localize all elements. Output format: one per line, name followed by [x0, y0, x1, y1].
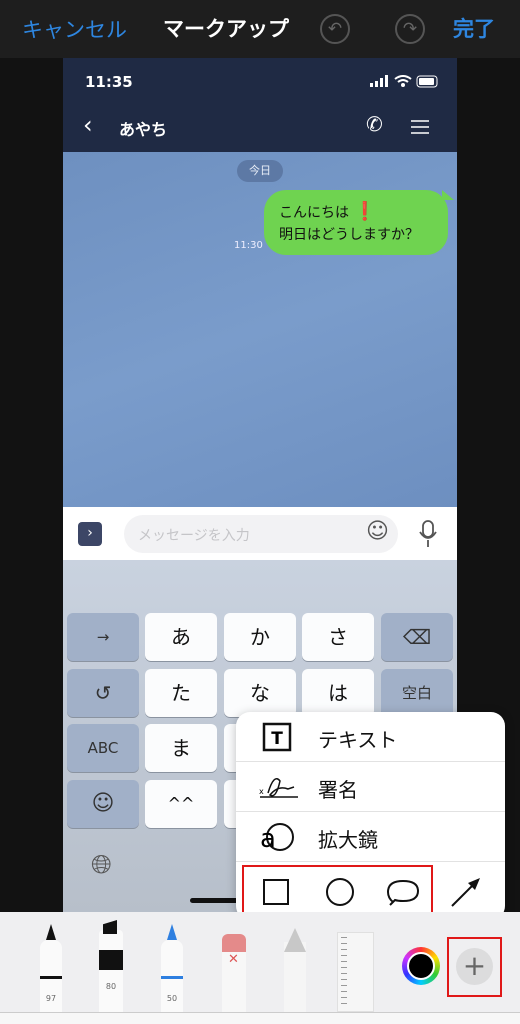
menu-item-signature[interactable]: x 署名 — [236, 762, 505, 812]
key[interactable]: ^^ — [145, 780, 217, 828]
add-menu-popup: T テキスト x 署名 a 拡大鏡 — [236, 712, 505, 920]
abc-key[interactable]: ABC — [67, 724, 139, 772]
shapes-highlight-box — [242, 865, 433, 919]
menu-item-text[interactable]: T テキスト — [236, 712, 505, 762]
pencil-tip — [167, 924, 177, 940]
key[interactable]: な — [224, 669, 296, 717]
done-button[interactable]: 完了 — [453, 13, 495, 43]
cancel-button[interactable]: キャンセル — [22, 14, 127, 44]
key[interactable]: → — [67, 613, 139, 661]
phone-icon[interactable]: ✆ — [366, 112, 383, 136]
eraser-tool[interactable]: ✕ — [222, 934, 246, 1012]
undo-key[interactable]: ↺ — [67, 669, 139, 717]
arrow-icon[interactable] — [450, 876, 482, 908]
pencil-width-label: 50 — [166, 994, 178, 1003]
add-button-highlight-box — [447, 937, 502, 997]
pen-tip — [46, 924, 56, 940]
menu-icon[interactable] — [411, 120, 429, 134]
svg-text:a: a — [260, 824, 276, 853]
redo-icon[interactable]: ↷ — [395, 14, 425, 44]
marker-band — [99, 950, 123, 970]
emoji-icon[interactable]: ☺ — [366, 519, 389, 544]
message-input-bar: › メッセージを入力 ☺ — [63, 507, 457, 560]
eraser-x-icon: ✕ — [228, 952, 239, 967]
message-line-1: こんにちは — [279, 205, 349, 221]
globe-icon[interactable]: 🌐︎ — [91, 850, 112, 881]
delete-key[interactable]: ⌫ — [381, 613, 453, 661]
space-key[interactable]: 空白 — [381, 669, 453, 717]
message-input[interactable]: メッセージを入力 ☺ — [124, 515, 398, 553]
message-input-placeholder: メッセージを入力 — [138, 528, 250, 544]
exclamation-icon: ❗ — [353, 201, 376, 222]
microphone-icon[interactable] — [419, 520, 437, 548]
ruler-tool[interactable] — [337, 932, 374, 1012]
chat-nav-bar: ‹ あやち ✆ — [63, 100, 457, 152]
contact-name: あやち — [119, 120, 168, 139]
bottom-strip — [0, 1012, 520, 1024]
magnifier-icon: a — [260, 823, 294, 853]
pencil-tool[interactable]: 50 — [161, 924, 183, 1012]
marker-opacity-label: 80 — [105, 982, 117, 991]
markup-toolbar: 97 80 50 ✕ + — [0, 912, 520, 1012]
pen-tool[interactable]: 97 — [40, 924, 62, 1012]
key[interactable]: か — [224, 613, 296, 661]
page-title: マークアップ — [163, 17, 289, 41]
message-line-2: 明日はどうしますか？ — [279, 227, 419, 243]
back-icon[interactable]: ‹ — [83, 111, 93, 139]
key[interactable]: さ — [302, 613, 374, 661]
text-box-icon: T — [262, 722, 292, 752]
color-picker[interactable] — [402, 947, 440, 985]
status-icons — [370, 75, 438, 88]
lasso-tip — [284, 928, 306, 952]
pen-width-label: 97 — [45, 994, 57, 1003]
selected-color-swatch — [407, 952, 435, 980]
expand-icon[interactable]: › — [78, 522, 102, 546]
svg-text:x: x — [259, 787, 264, 796]
lasso-tool[interactable] — [284, 928, 306, 1012]
markup-header: キャンセル マークアップ ↶ ↷ 完了 — [0, 0, 520, 58]
key[interactable]: あ — [145, 613, 217, 661]
eraser-tip — [222, 934, 246, 952]
status-bar: 11:35 — [63, 58, 457, 100]
ruler-ticks — [341, 937, 347, 1009]
svg-text:T: T — [271, 729, 283, 749]
marker-tip — [103, 920, 117, 934]
key[interactable]: ま — [145, 724, 217, 772]
chat-area: 今日 11:30 こんにちは ❗ 明日はどうしますか？ — [63, 152, 457, 507]
pen-width-bar — [40, 976, 62, 979]
message-time: 11:30 — [234, 240, 263, 251]
marker-tool[interactable]: 80 — [99, 920, 123, 1012]
date-badge: 今日 — [237, 160, 283, 182]
undo-icon[interactable]: ↶ — [320, 14, 350, 44]
status-time: 11:35 — [85, 73, 133, 91]
message-bubble: こんにちは ❗ 明日はどうしますか？ — [264, 190, 454, 255]
pencil-width-bar — [161, 976, 183, 979]
emoji-key[interactable]: ☺ — [67, 780, 139, 828]
menu-item-magnifier[interactable]: a 拡大鏡 — [236, 812, 505, 862]
signature-icon: x — [259, 778, 298, 798]
key[interactable]: は — [302, 669, 374, 717]
key[interactable]: た — [145, 669, 217, 717]
